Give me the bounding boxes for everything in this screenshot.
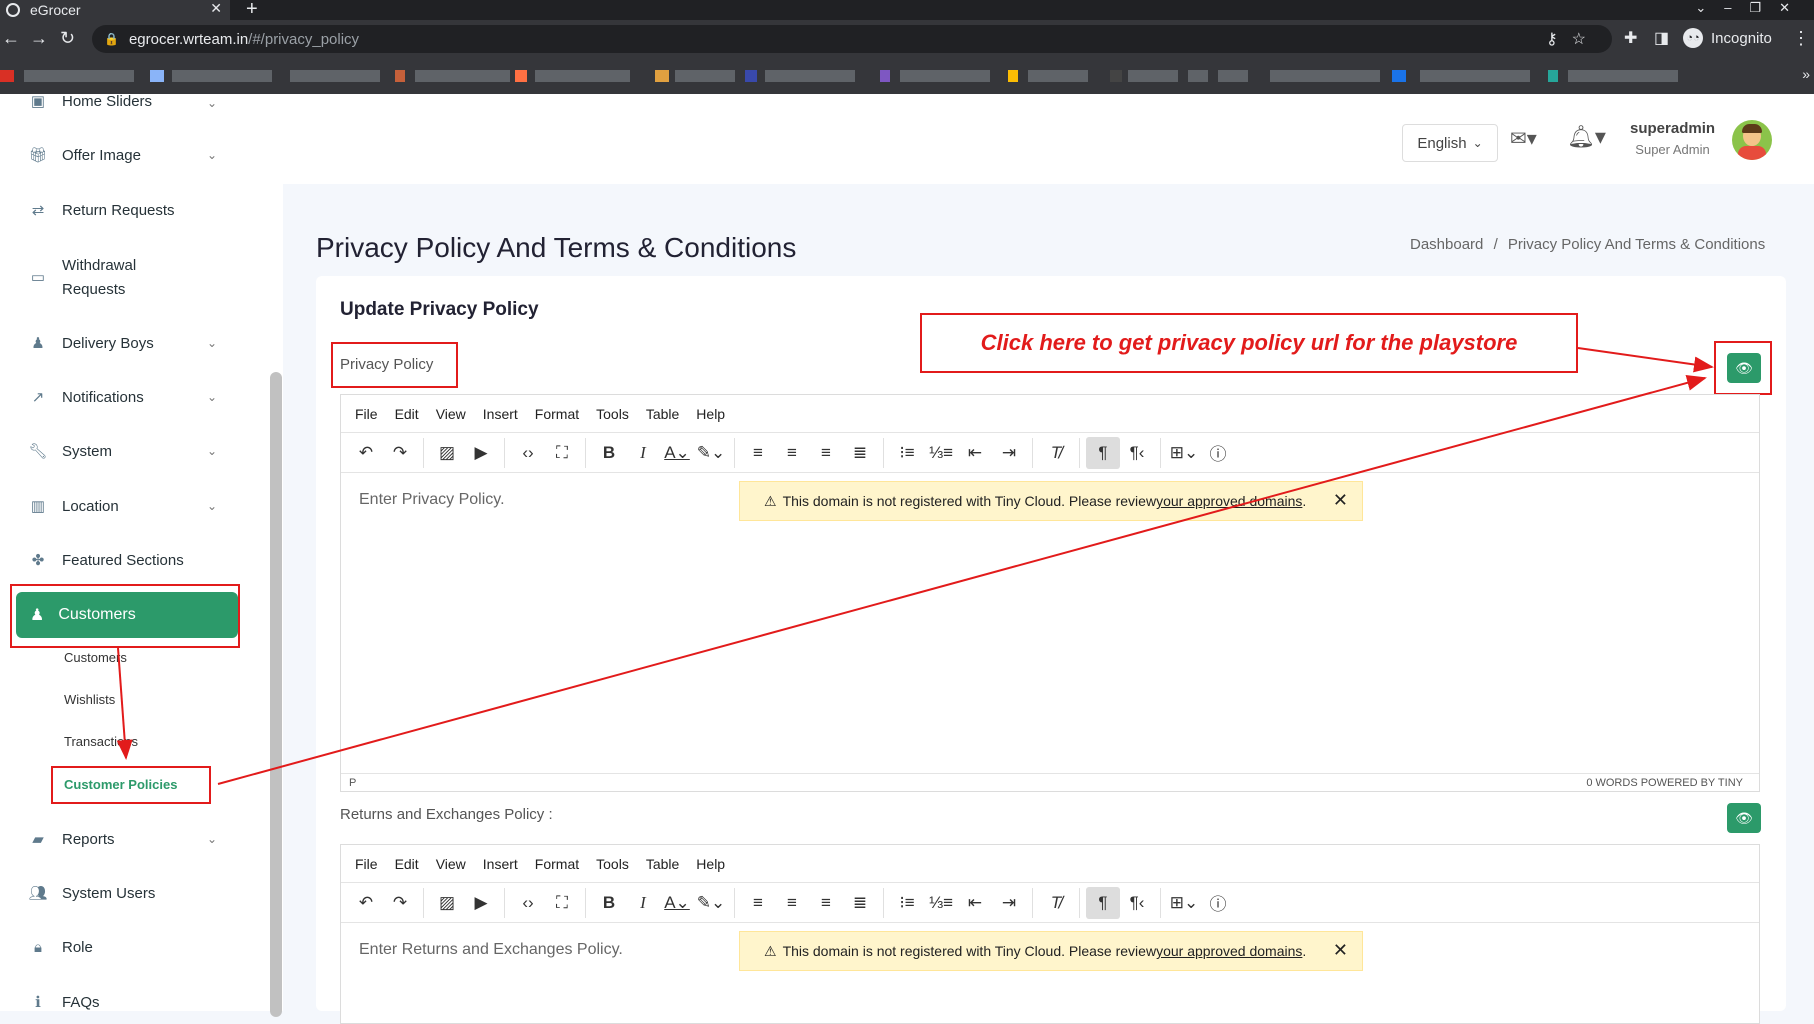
arrow-callout-to-button bbox=[1577, 347, 1714, 373]
arrow-policies-to-button bbox=[217, 375, 1707, 785]
arrow-customers-to-policies bbox=[116, 647, 133, 760]
annotation-arrows bbox=[116, 347, 1714, 785]
